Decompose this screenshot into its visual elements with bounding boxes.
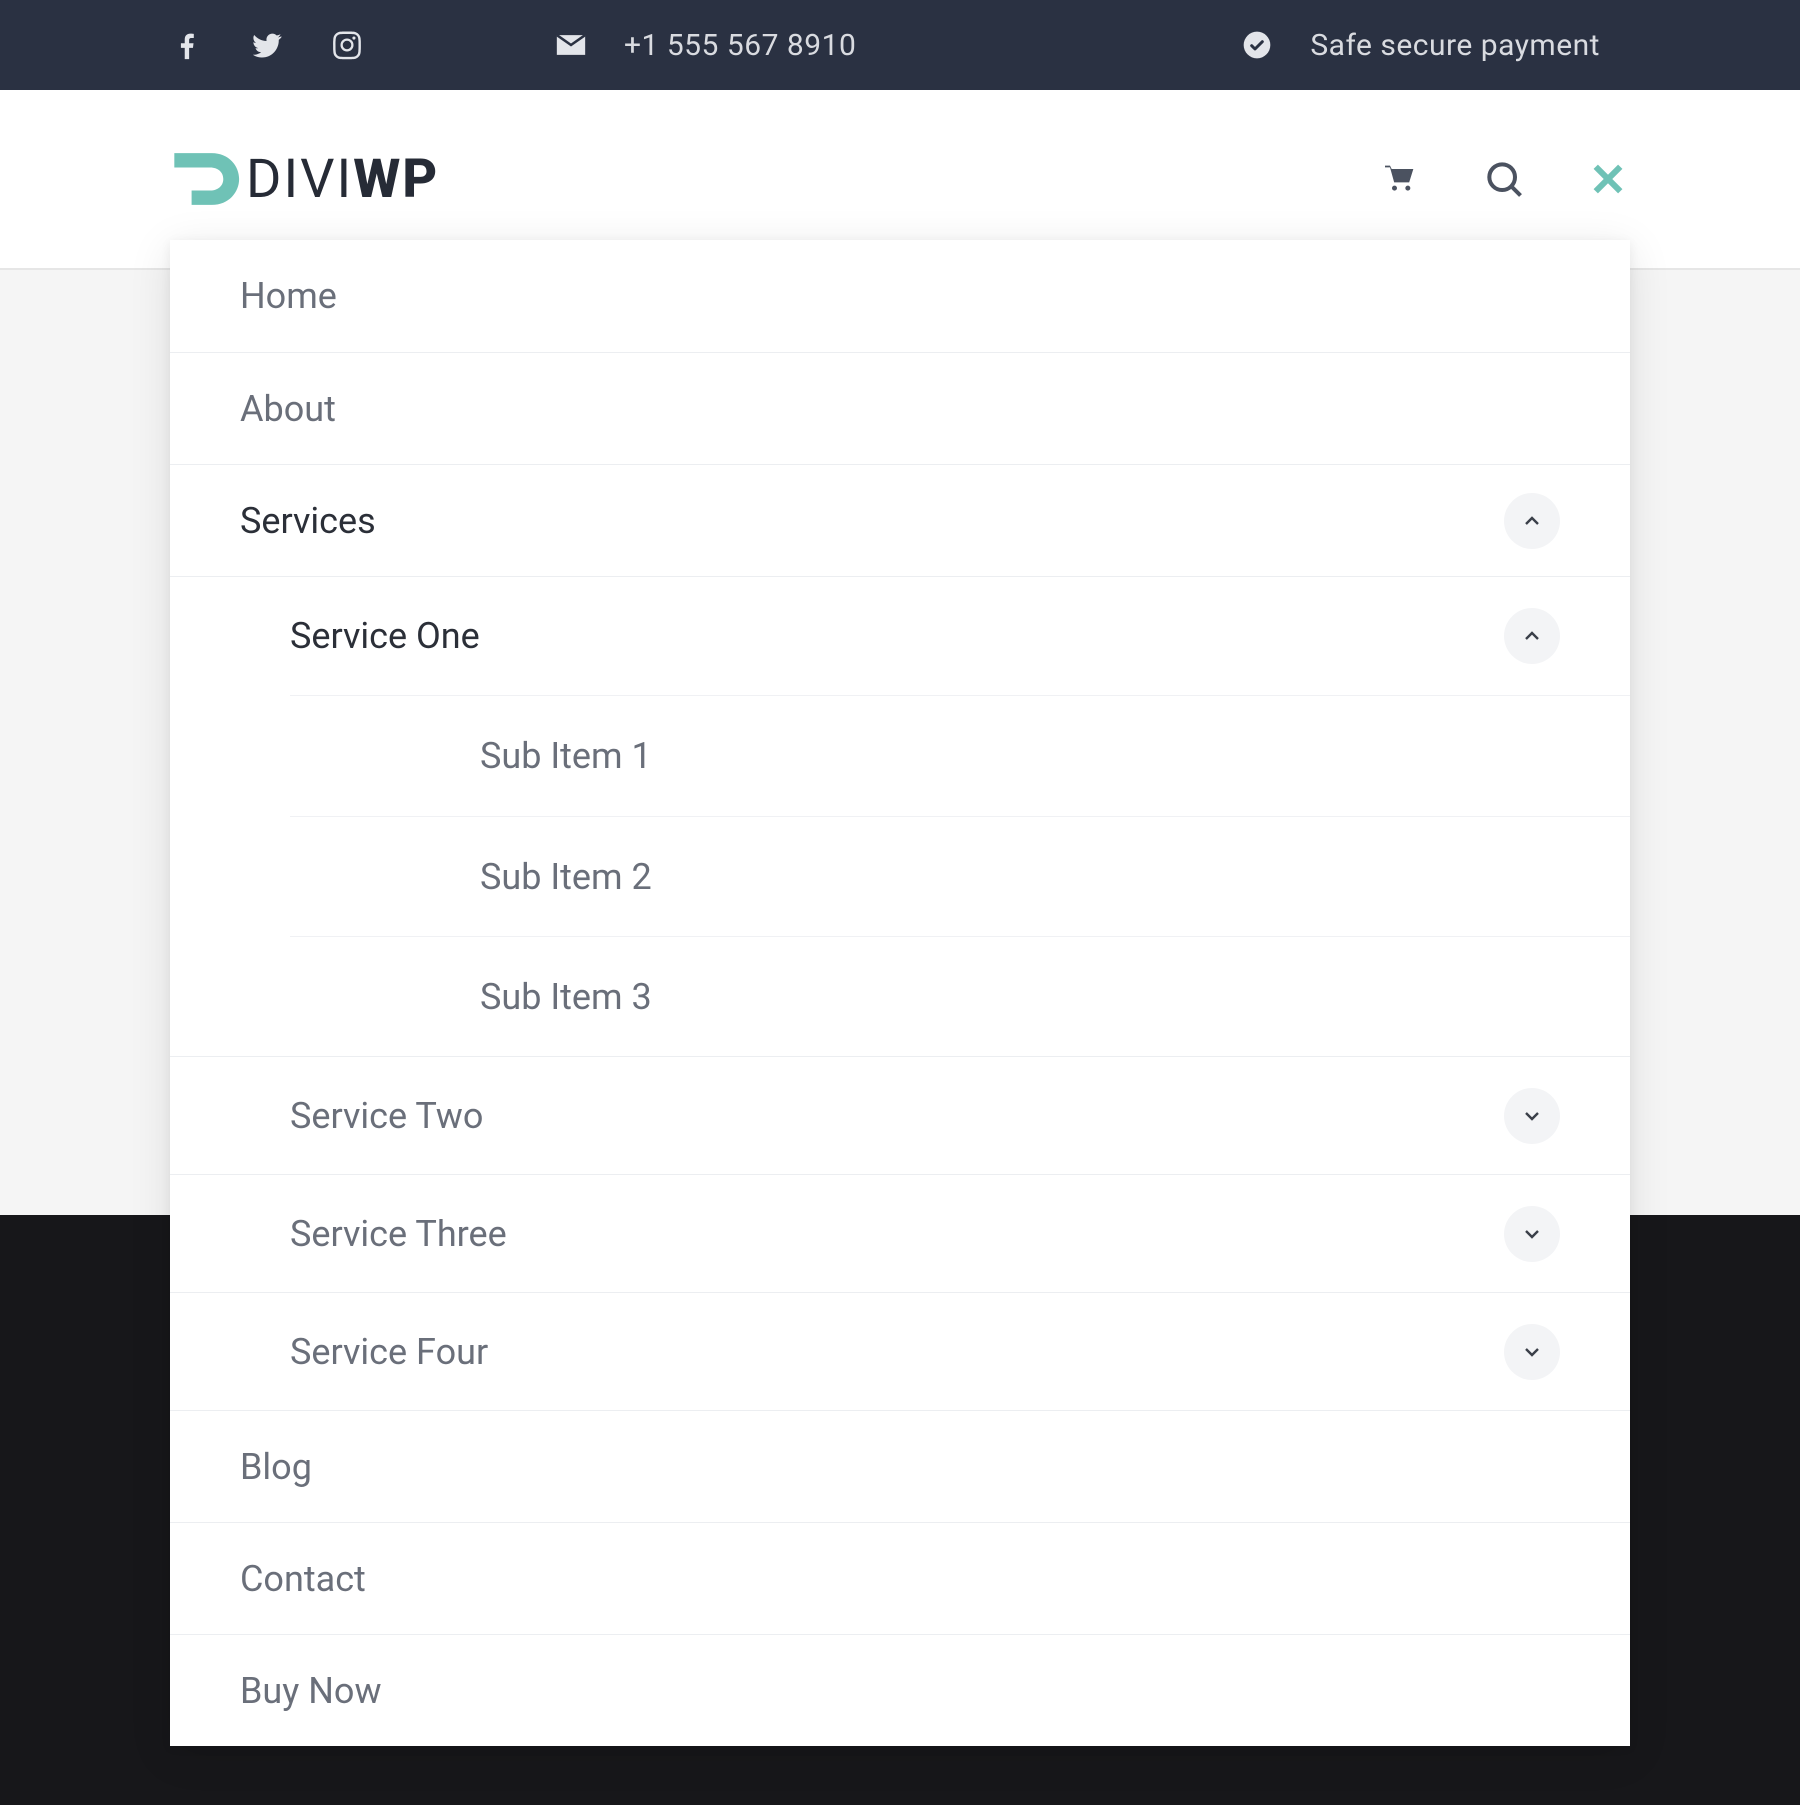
logo-text-wp: WP <box>353 148 439 211</box>
service-one-submenu: Sub Item 1 Sub Item 2 Sub Item 3 <box>290 695 1630 1056</box>
menu-item-blog[interactable]: Blog <box>170 1410 1630 1522</box>
menu-item-service-two[interactable]: Service Two <box>170 1056 1630 1174</box>
logo-mark-icon <box>170 143 242 215</box>
chevron-up-icon[interactable] <box>1504 493 1560 549</box>
menu-label: Service One <box>290 615 480 657</box>
services-submenu: Service One Sub Item 1 Sub Item 2 Sub It… <box>170 576 1630 1410</box>
menu-label: Service Four <box>290 1331 488 1373</box>
menu-label: Sub Item 3 <box>480 976 652 1018</box>
menu-item-service-one[interactable]: Service One <box>170 577 1630 695</box>
menu-item-sub-1[interactable]: Sub Item 1 <box>290 696 1630 816</box>
menu-label: Contact <box>240 1558 366 1600</box>
menu-label: About <box>240 388 336 430</box>
topbar-secure: Safe secure payment <box>1240 28 1600 63</box>
instagram-icon[interactable] <box>330 28 364 62</box>
header-actions <box>1378 157 1630 201</box>
topbar-contact: +1 555 567 8910 <box>554 28 856 63</box>
menu-label: Sub Item 1 <box>480 735 652 777</box>
check-circle-icon <box>1240 28 1274 62</box>
menu-label: Service Two <box>290 1095 483 1137</box>
topbar-secure-text: Safe secure payment <box>1310 28 1600 63</box>
menu-label: Home <box>240 275 337 317</box>
chevron-down-icon[interactable] <box>1504 1088 1560 1144</box>
menu-item-home[interactable]: Home <box>170 240 1630 352</box>
chevron-up-icon[interactable] <box>1504 608 1560 664</box>
logo-text: DIVIWP <box>246 148 439 211</box>
logo[interactable]: DIVIWP <box>170 143 439 215</box>
menu-label: Buy Now <box>240 1670 382 1712</box>
chevron-down-icon[interactable] <box>1504 1324 1560 1380</box>
menu-item-sub-2[interactable]: Sub Item 2 <box>290 816 1630 936</box>
menu-label: Service Three <box>290 1213 507 1255</box>
menu-label: Blog <box>240 1446 312 1488</box>
cart-icon[interactable] <box>1378 157 1422 201</box>
menu-item-service-four[interactable]: Service Four <box>170 1292 1630 1410</box>
mobile-menu-panel: Home About Services Service One Sub Item… <box>170 240 1630 1746</box>
topbar: +1 555 567 8910 Safe secure payment <box>0 0 1800 90</box>
menu-item-buy-now[interactable]: Buy Now <box>170 1634 1630 1746</box>
facebook-icon[interactable] <box>170 28 204 62</box>
topbar-phone[interactable]: +1 555 567 8910 <box>624 28 856 63</box>
close-menu-icon[interactable] <box>1586 157 1630 201</box>
menu-item-service-three[interactable]: Service Three <box>170 1174 1630 1292</box>
search-icon[interactable] <box>1482 157 1526 201</box>
menu-item-sub-3[interactable]: Sub Item 3 <box>290 936 1630 1056</box>
topbar-social <box>170 28 364 62</box>
mail-icon <box>554 28 588 62</box>
menu-label: Sub Item 2 <box>480 856 652 898</box>
menu-label: Services <box>240 500 376 542</box>
menu-item-services[interactable]: Services <box>170 464 1630 576</box>
menu-item-contact[interactable]: Contact <box>170 1522 1630 1634</box>
chevron-down-icon[interactable] <box>1504 1206 1560 1262</box>
twitter-icon[interactable] <box>250 28 284 62</box>
menu-item-about[interactable]: About <box>170 352 1630 464</box>
logo-text-divi: DIVI <box>246 148 353 211</box>
